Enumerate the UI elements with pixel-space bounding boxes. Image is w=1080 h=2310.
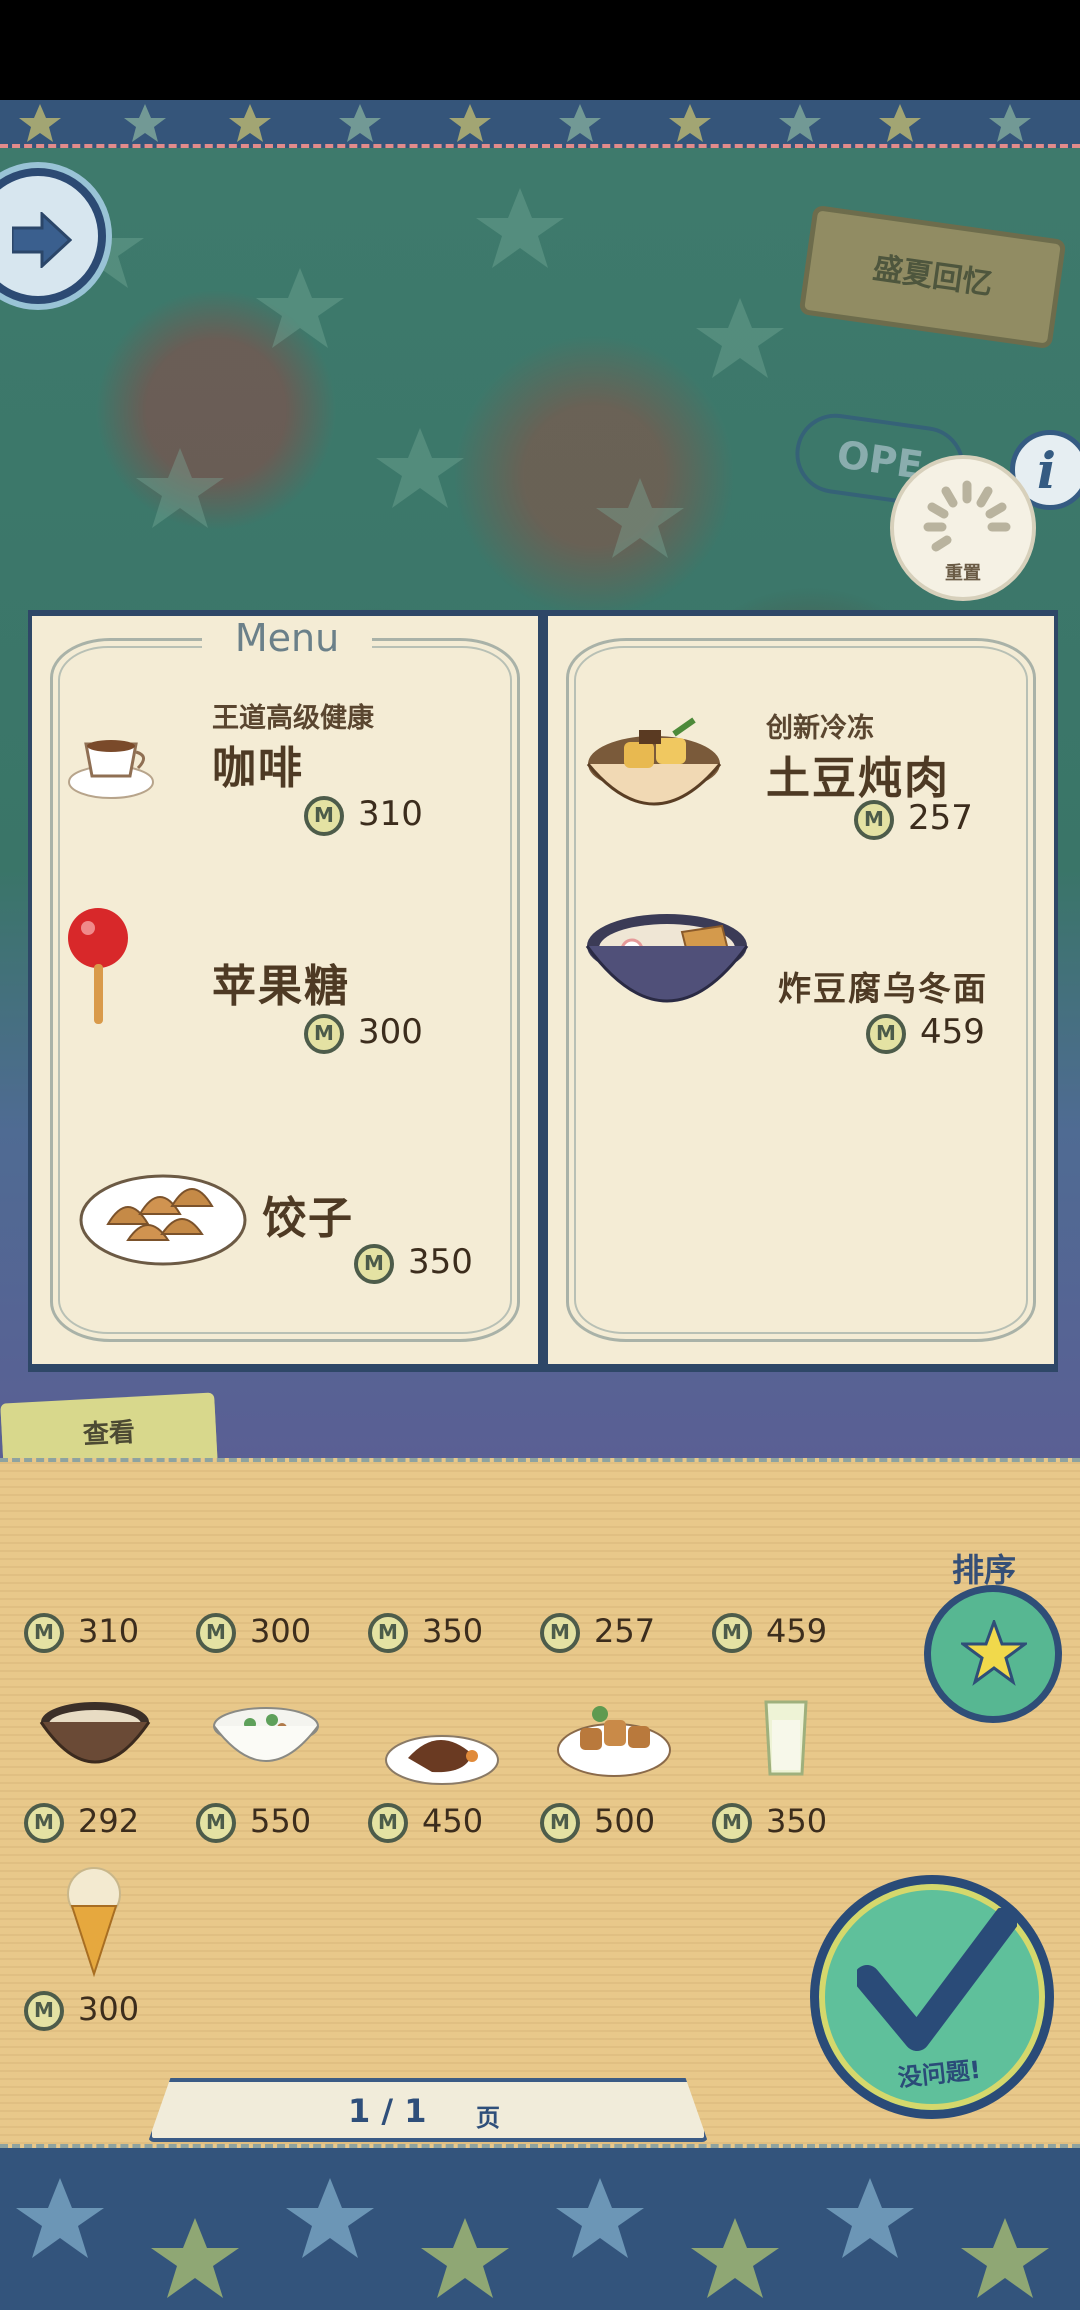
coin-icon: M xyxy=(24,1613,64,1653)
dish-name: 苹果糖 xyxy=(212,961,350,1012)
tray-price: 550 xyxy=(250,1802,312,1840)
tray-price: 310 xyxy=(78,1612,140,1650)
dish-subtitle: 王道高级健康 xyxy=(212,703,374,734)
tray-price-row1-4[interactable]: M 257 xyxy=(540,1612,655,1653)
tray-price: 450 xyxy=(422,1802,484,1840)
page-unit: 页 xyxy=(476,2104,500,2132)
loading-spinner-icon xyxy=(923,480,1011,552)
coin-icon: M xyxy=(712,1613,752,1653)
dish-price: 350 xyxy=(408,1242,473,1282)
reset-button[interactable]: 重置 xyxy=(890,455,1036,601)
coin-icon: M xyxy=(866,1013,906,1054)
top-star-border xyxy=(0,100,1080,148)
coin-icon: M xyxy=(368,1803,408,1843)
sort-label: 排序 xyxy=(952,1551,1017,1589)
coin-icon: M xyxy=(24,1991,64,2031)
dish-price-row: M 310 xyxy=(304,794,423,836)
menu-item-dumplings[interactable]: 饺子 M 350 xyxy=(32,1146,538,1286)
coin-icon: M xyxy=(712,1803,752,1843)
menu-item-nikujaga[interactable]: 创新冷冻 土豆炖肉 M 257 xyxy=(548,706,1054,846)
bottom-star-border xyxy=(0,2148,1080,2310)
tray-price: 459 xyxy=(766,1612,828,1650)
yakitori-plate-icon[interactable] xyxy=(556,1692,672,1788)
menu-page-right: 创新冷冻 土豆炖肉 M 257 炸豆腐乌冬面 M 459 xyxy=(548,616,1054,1364)
coin-icon: M xyxy=(196,1613,236,1653)
coin-icon: M xyxy=(540,1803,580,1843)
reset-label: 重置 xyxy=(945,563,981,584)
arrow-right-icon xyxy=(12,212,72,268)
menu-item-coffee[interactable]: 王道高级健康 咖啡 M 310 xyxy=(32,696,538,836)
tray-price: 350 xyxy=(766,1802,828,1840)
dish-subtitle: 创新冷冻 xyxy=(766,713,874,744)
star-icon xyxy=(961,1620,1027,1686)
tray-price: 292 xyxy=(78,1802,140,1840)
milk-glass-icon[interactable] xyxy=(762,1698,810,1780)
menu-title: Menu xyxy=(202,616,372,660)
menu-board: Menu 王道高级健康 咖啡 M 310 苹果糖 M 300 饺子 M 350 … xyxy=(28,610,1058,1372)
dish-name: 饺子 xyxy=(262,1193,354,1244)
kitsune-udon-icon xyxy=(585,914,749,1003)
steak-plate-icon[interactable] xyxy=(384,1718,500,1788)
candy-apple-icon xyxy=(68,908,128,1024)
dish-price: 459 xyxy=(920,1012,985,1052)
dish-name: 咖啡 xyxy=(212,743,304,794)
page-indicator: 1 / 1 页 xyxy=(148,2078,708,2142)
coffee-cup-icon xyxy=(68,740,154,799)
coin-icon: M xyxy=(196,1803,236,1843)
menu-item-candy-apple[interactable]: 苹果糖 M 300 xyxy=(32,906,538,1054)
dish-price-row: M 459 xyxy=(866,1012,985,1054)
tray-price-row2-5[interactable]: M 350 xyxy=(712,1802,827,1843)
ice-cream-cone-icon[interactable] xyxy=(66,1866,122,1978)
tray-price-row1-2[interactable]: M 300 xyxy=(196,1612,311,1653)
tray-price-row3-1[interactable]: M 300 xyxy=(24,1990,139,2031)
tray-price-row1-3[interactable]: M 350 xyxy=(368,1612,483,1653)
page-count: 1 / 1 xyxy=(348,2092,427,2130)
dish-price: 310 xyxy=(358,794,423,834)
tray-price-row2-4[interactable]: M 500 xyxy=(540,1802,655,1843)
dish-price-row: M 300 xyxy=(304,1012,423,1054)
menu-page-left: Menu 王道高级健康 咖啡 M 310 苹果糖 M 300 饺子 M 350 xyxy=(32,616,538,1364)
dish-price-row: M 257 xyxy=(854,798,973,840)
confirm-button[interactable]: 没问题! xyxy=(810,1875,1054,2119)
info-icon: i xyxy=(1037,441,1056,500)
tray-price: 500 xyxy=(594,1802,656,1840)
dish-name: 炸豆腐乌冬面 xyxy=(778,969,988,1008)
coin-icon: M xyxy=(368,1613,408,1653)
dish-price-row: M 350 xyxy=(354,1242,473,1284)
coin-icon: M xyxy=(540,1613,580,1653)
tray-price: 257 xyxy=(594,1612,656,1650)
tray-price-row2-1[interactable]: M 292 xyxy=(24,1802,139,1843)
tray-price-row2-3[interactable]: M 450 xyxy=(368,1802,483,1843)
dish-price: 257 xyxy=(908,798,973,838)
coin-icon: M xyxy=(354,1243,394,1284)
status-bar xyxy=(0,0,1080,100)
rice-porridge-icon[interactable] xyxy=(210,1698,322,1788)
star-pattern xyxy=(19,104,1031,142)
dish-price: 300 xyxy=(358,1012,423,1052)
tray-price-row1-5[interactable]: M 459 xyxy=(712,1612,827,1653)
coin-icon: M xyxy=(304,1013,344,1054)
star-pattern xyxy=(16,2178,1049,2298)
tray-price: 350 xyxy=(422,1612,484,1650)
tray-price: 300 xyxy=(250,1612,312,1650)
nikujaga-bowl-icon xyxy=(586,717,722,806)
coin-icon: M xyxy=(24,1803,64,1843)
coin-icon: M xyxy=(854,799,894,840)
sort-button[interactable] xyxy=(924,1585,1062,1723)
tray-price-row1-1[interactable]: M 310 xyxy=(24,1612,139,1653)
coin-icon: M xyxy=(304,795,344,836)
tray-price-row2-2[interactable]: M 550 xyxy=(196,1802,311,1843)
checkmark-icon xyxy=(857,1908,1017,2051)
dumplings-icon xyxy=(79,1174,247,1266)
dish-name: 土豆炖肉 xyxy=(766,753,950,804)
menu-item-kitsune-udon[interactable]: 炸豆腐乌冬面 M 459 xyxy=(548,906,1054,1056)
udon-bowl-icon[interactable] xyxy=(38,1692,152,1788)
tray-price: 300 xyxy=(78,1990,140,2028)
